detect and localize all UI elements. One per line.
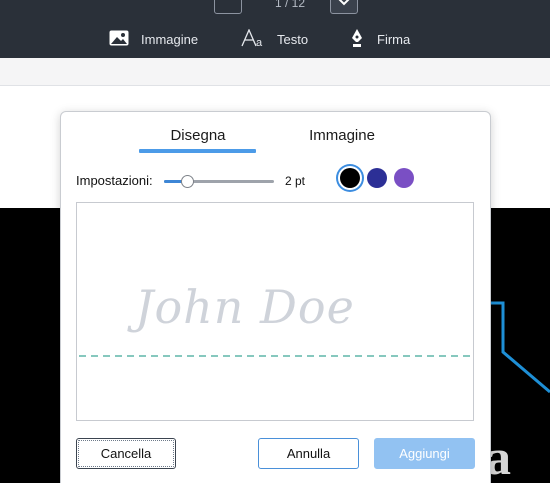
settings-label: Impostazioni: [76, 173, 153, 188]
cancel-button[interactable]: Annulla [258, 438, 359, 469]
color-swatch-black[interactable] [340, 168, 360, 188]
slider-thumb[interactable] [181, 175, 194, 188]
color-swatch-navy[interactable] [367, 168, 387, 188]
color-swatch-purple[interactable] [394, 168, 414, 188]
active-tab-indicator [139, 149, 256, 153]
add-button[interactable]: Aggiungi [374, 438, 475, 469]
pen-size-slider[interactable] [164, 173, 274, 189]
tab-image[interactable]: Immagine [277, 127, 407, 144]
signature-dialog: Disegna Immagine Impostazioni: 2 pt John… [60, 111, 491, 483]
signature-baseline [79, 355, 473, 357]
signature-canvas[interactable]: John Doe [76, 202, 474, 421]
tab-draw[interactable]: Disegna [139, 127, 257, 144]
clear-button[interactable]: Cancella [76, 438, 176, 469]
pen-size-value: 2 pt [285, 174, 306, 188]
